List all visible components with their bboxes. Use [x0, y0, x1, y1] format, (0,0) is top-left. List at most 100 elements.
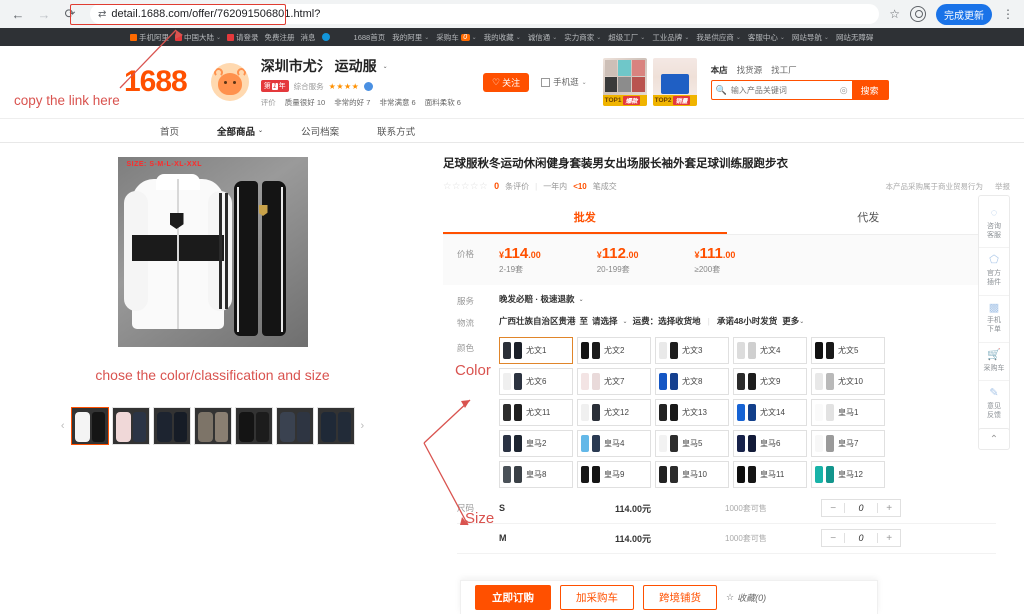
shop-dropdown-icon[interactable]: ⌄ — [383, 63, 388, 70]
color-option[interactable]: 尤文13 — [655, 398, 729, 426]
quantity-stepper[interactable]: − 0 + — [821, 529, 901, 548]
address-bar[interactable]: ⇄ detail.1688.com/offer/762091506801.htm… — [90, 4, 880, 24]
quantity-stepper[interactable]: − 0 + — [821, 499, 901, 518]
report-link[interactable]: 举报 — [995, 181, 1010, 192]
forward-button[interactable]: → — [34, 4, 54, 24]
scroll-to-top-button[interactable]: ⌃ — [978, 428, 1010, 450]
topnav-wangwang-icon[interactable] — [321, 33, 330, 41]
color-option[interactable]: 尤文11 — [499, 398, 573, 426]
service-chevron-icon[interactable]: ⌄ — [579, 296, 584, 303]
color-option[interactable]: 皇马4 — [577, 429, 651, 457]
qty-plus-button[interactable]: + — [878, 503, 900, 514]
camera-search-icon[interactable]: ◎ — [836, 85, 852, 96]
search-tab-shop[interactable]: 本店 — [711, 64, 728, 76]
color-option[interactable]: 尤文5 — [811, 336, 885, 364]
search-tab-source[interactable]: 找货源 — [737, 64, 763, 76]
color-option[interactable]: 皇马10 — [655, 460, 729, 488]
topnav-site-map[interactable]: 网站导航 ⌄ — [792, 32, 829, 43]
color-option[interactable]: 皇马2 — [499, 429, 573, 457]
promo-card-top1[interactable]: TOP1 爆款 — [602, 58, 647, 106]
qty-minus-button[interactable]: − — [822, 533, 844, 544]
topnav-messages[interactable]: 消息 — [301, 32, 316, 43]
topnav-mobile-ali[interactable]: 手机阿里 — [130, 32, 169, 43]
site-logo[interactable]: 1688 — [124, 65, 188, 99]
qty-value[interactable]: 0 — [844, 503, 878, 514]
rail-cart[interactable]: 🛒 采购车 — [979, 343, 1009, 382]
browser-menu-icon[interactable]: ⋮ — [1002, 8, 1014, 21]
color-option[interactable]: 皇马9 — [577, 460, 651, 488]
search-button[interactable]: 搜索 — [851, 81, 888, 99]
qty-plus-button[interactable]: + — [878, 533, 900, 544]
shop-nav-all-products[interactable]: 全部商品 ⌄ — [217, 124, 263, 138]
topnav-region[interactable]: 中国大陆 ⌄ — [175, 32, 221, 43]
rail-mobile-order[interactable]: ▩ 手机 下单 — [979, 296, 1009, 343]
topnav-favorites[interactable]: 我的收藏 ⌄ — [484, 32, 521, 43]
topnav-my-ali[interactable]: 我的阿里 ⌄ — [392, 32, 429, 43]
bookmark-star-icon[interactable]: ☆ — [889, 7, 900, 21]
thumb-next-button[interactable]: › — [358, 420, 368, 432]
topnav-strong-merchant[interactable]: 实力商家 ⌄ — [564, 32, 601, 43]
color-option[interactable]: 尤文2 — [577, 336, 651, 364]
logistics-freight[interactable]: 运费：选择收货地 — [633, 315, 701, 327]
topnav-accessibility[interactable]: 网站无障碍 — [836, 32, 874, 43]
tab-dropship[interactable]: 代发 — [727, 202, 1011, 234]
color-option[interactable]: 尤文6 — [499, 367, 573, 395]
topnav-supplier[interactable]: 我是供应商 ⌄ — [696, 32, 741, 43]
color-option[interactable]: 尤文12 — [577, 398, 651, 426]
gallery-thumb-6[interactable] — [275, 407, 314, 445]
back-button[interactable]: ← — [8, 4, 28, 24]
finish-update-button[interactable]: 完成更新 — [936, 3, 992, 25]
color-option[interactable]: 尤文4 — [733, 336, 807, 364]
color-option[interactable]: 尤文10 — [811, 367, 885, 395]
color-option[interactable]: 尤文3 — [655, 336, 729, 364]
gallery-thumb-4[interactable] — [193, 407, 232, 445]
color-option[interactable]: 皇马1 — [811, 398, 885, 426]
qty-value[interactable]: 0 — [844, 533, 878, 544]
follow-shop-button[interactable]: ♡ 关注 — [482, 72, 530, 92]
thumb-prev-button[interactable]: ‹ — [58, 420, 68, 432]
color-option[interactable]: 尤文9 — [733, 367, 807, 395]
topnav-service-center[interactable]: 客服中心 ⌄ — [748, 32, 785, 43]
qty-minus-button[interactable]: − — [822, 503, 844, 514]
gallery-thumb-3[interactable] — [152, 407, 191, 445]
rail-customer-service[interactable]: ◌ 咨询 客服 — [979, 201, 1009, 249]
rail-official-plugin[interactable]: ⬠ 官方 插件 — [979, 248, 1009, 296]
main-product-image[interactable]: SIZE: S-M-L-XL-XXL — [117, 157, 308, 347]
color-option[interactable]: 尤文1 — [499, 336, 573, 364]
color-option[interactable]: 尤文7 — [577, 367, 651, 395]
gallery-thumb-2[interactable] — [111, 407, 150, 445]
search-tab-factory[interactable]: 找工厂 — [771, 64, 797, 76]
service-value[interactable]: 晚发必赔 · 极速退款 — [499, 293, 575, 305]
topnav-home[interactable]: 1688首页 — [354, 32, 386, 43]
order-now-button[interactable]: 立即订购 — [475, 585, 551, 610]
profile-avatar-icon[interactable] — [910, 6, 926, 22]
topnav-cart[interactable]: 采购车 0 ⌄ — [436, 32, 476, 43]
color-option[interactable]: 尤文8 — [655, 367, 729, 395]
shop-nav-contact[interactable]: 联系方式 — [377, 124, 415, 138]
gallery-thumb-7[interactable] — [316, 407, 355, 445]
topnav-super-factory[interactable]: 超级工厂 ⌄ — [608, 32, 645, 43]
color-option[interactable]: 皇马7 — [811, 429, 885, 457]
gallery-thumb-5[interactable] — [234, 407, 273, 445]
page-info-icon[interactable]: ⇄ — [98, 9, 106, 20]
search-input[interactable] — [730, 85, 836, 95]
logistics-dest-select[interactable]: 请选择 — [592, 315, 618, 327]
rail-feedback[interactable]: ✎ 意见 反馈 — [979, 381, 1009, 427]
topnav-login[interactable]: 请登录 — [227, 32, 259, 43]
gallery-thumb-1[interactable] — [70, 407, 109, 445]
shop-nav-company[interactable]: 公司档案 — [301, 124, 339, 138]
topnav-chengxintong[interactable]: 诚信通 ⌄ — [528, 32, 558, 43]
color-option[interactable]: 尤文14 — [733, 398, 807, 426]
tab-wholesale[interactable]: 批发 — [443, 202, 727, 234]
color-option[interactable]: 皇马12 — [811, 460, 885, 488]
cross-border-button[interactable]: 跨境铺货 — [643, 585, 717, 610]
reload-button[interactable]: ⟳ — [60, 4, 80, 24]
color-option[interactable]: 皇马11 — [733, 460, 807, 488]
logistics-chevron-icon[interactable]: ⌄ — [623, 318, 628, 325]
color-option[interactable]: 皇马6 — [733, 429, 807, 457]
promo-card-top2[interactable]: TOP2 销量 — [652, 58, 697, 106]
mobile-browse-link[interactable]: 手机逛 ⌄ — [541, 76, 587, 88]
shop-nav-home[interactable]: 首页 — [160, 124, 179, 138]
favorite-button[interactable]: ☆ 收藏(0) — [726, 591, 766, 604]
logistics-more[interactable]: 更多 — [782, 315, 799, 327]
